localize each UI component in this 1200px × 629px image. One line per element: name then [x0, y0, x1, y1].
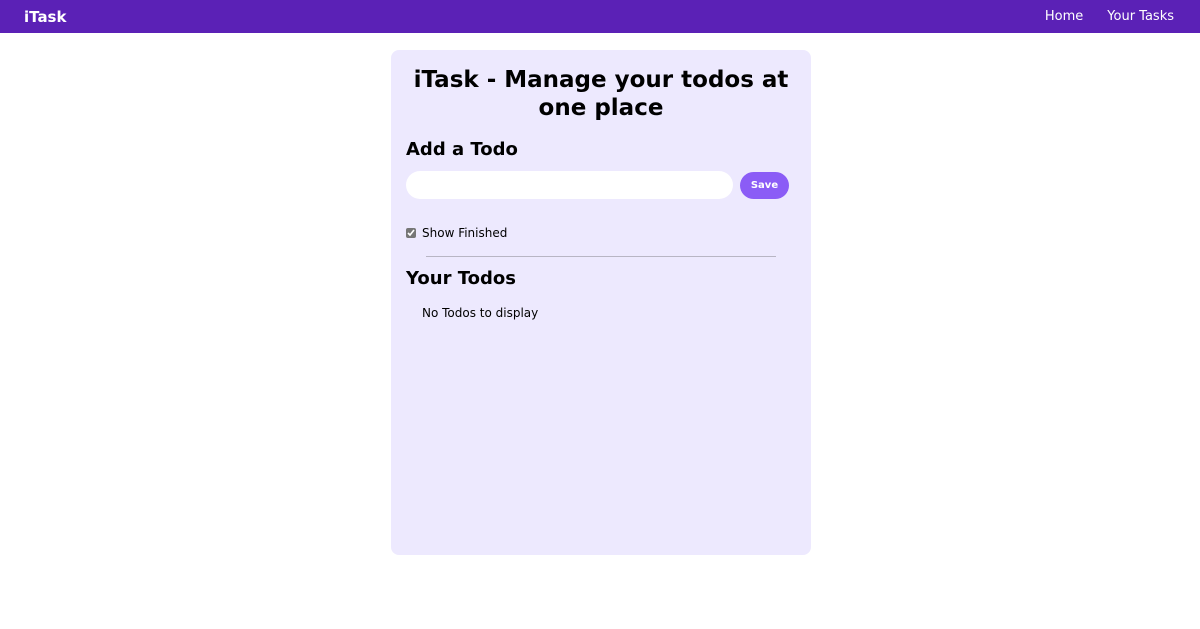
- nav-links: Home Your Tasks: [1045, 9, 1174, 24]
- show-finished-label: Show Finished: [422, 226, 508, 240]
- save-button[interactable]: Save: [740, 171, 789, 199]
- brand-logo[interactable]: iTask: [24, 8, 66, 26]
- todo-panel: iTask - Manage your todos at one place A…: [391, 50, 811, 555]
- divider: [426, 256, 776, 257]
- empty-todos-message: No Todos to display: [422, 306, 539, 320]
- page-title: iTask - Manage your todos at one place: [413, 67, 789, 121]
- nav-link-your-tasks[interactable]: Your Tasks: [1107, 9, 1174, 24]
- todo-input[interactable]: [406, 171, 733, 199]
- add-todo-row: Save: [406, 171, 796, 199]
- nav-link-home[interactable]: Home: [1045, 9, 1083, 24]
- show-finished-row: Show Finished: [406, 226, 796, 240]
- navbar: iTask Home Your Tasks: [0, 0, 1200, 33]
- show-finished-checkbox[interactable]: [406, 228, 416, 238]
- add-todo-heading: Add a Todo: [406, 139, 518, 160]
- your-todos-heading: Your Todos: [406, 268, 516, 289]
